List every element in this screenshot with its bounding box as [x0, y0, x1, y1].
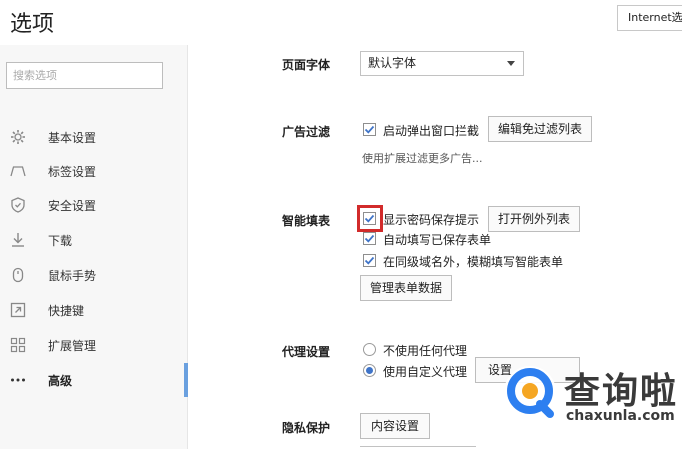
search-input[interactable]: 搜索选项 — [6, 62, 163, 89]
sidebar-item-download[interactable]: 下载 — [0, 223, 188, 257]
sidebar-item-label: 扩展管理 — [48, 338, 97, 353]
watermark-name: 查询啦 — [564, 371, 679, 412]
custom-proxy-label: 使用自定义代理 — [383, 365, 468, 379]
more-dots-icon — [10, 372, 26, 388]
font-section-label: 页面字体 — [282, 58, 331, 72]
fuzzy-fill-label: 在同级域名外，模糊填写智能表单 — [383, 255, 564, 269]
watermark-logo-icon — [504, 366, 556, 418]
checkmark-icon — [364, 256, 375, 265]
popup-block-label: 启动弹出窗口拦截 — [383, 124, 480, 138]
popup-block-checkbox[interactable] — [363, 123, 376, 136]
sidebar-item-advanced[interactable]: 高级 — [0, 363, 188, 397]
shortcut-icon — [10, 302, 26, 318]
active-indicator — [184, 363, 188, 397]
sidebar-item-extensions[interactable]: 扩展管理 — [0, 328, 188, 362]
fuzzy-fill-checkbox[interactable] — [363, 254, 376, 267]
sidebar-item-label: 高级 — [48, 373, 73, 388]
sidebar-item-label: 下载 — [48, 233, 73, 248]
edit-filter-list-button[interactable]: 编辑免过滤列表 — [488, 116, 592, 142]
privacy-label: 隐私保护 — [282, 421, 331, 435]
exceptions-list-button[interactable]: 打开例外列表 — [488, 206, 580, 232]
shield-icon — [10, 197, 26, 213]
watermark: 查询啦 chaxunla.com — [502, 358, 682, 449]
chevron-down-icon — [507, 61, 515, 66]
ad-filter-label: 广告过滤 — [282, 125, 331, 139]
sidebar-item-security[interactable]: 安全设置 — [0, 188, 188, 222]
sidebar-item-shortcuts[interactable]: 快捷键 — [0, 293, 188, 327]
highlight-box — [357, 205, 383, 232]
manage-form-data-button[interactable]: 管理表单数据 — [360, 275, 452, 301]
password-prompt-label: 显示密码保存提示 — [383, 213, 480, 227]
proxy-label: 代理设置 — [282, 345, 331, 359]
sidebar-item-mouse-gestures[interactable]: 鼠标手势 — [0, 258, 188, 292]
no-proxy-radio[interactable] — [363, 343, 376, 356]
sidebar-item-label: 鼠标手势 — [48, 268, 97, 283]
font-select-value: 默认字体 — [368, 56, 417, 70]
content-settings-button[interactable]: 内容设置 — [360, 413, 430, 439]
extensions-icon — [10, 337, 26, 353]
sidebar-item-label: 标签设置 — [48, 164, 97, 179]
no-proxy-label: 不使用任何代理 — [383, 344, 468, 358]
checkmark-icon — [364, 234, 375, 243]
sidebar-item-basic[interactable]: 基本设置 — [0, 120, 188, 154]
sidebar: 搜索选项 基本设置 标签设置 安全设置 下载 鼠标手势 快捷键 扩展管理 高级 — [0, 45, 188, 449]
sidebar-item-label: 快捷键 — [48, 303, 85, 318]
custom-proxy-radio[interactable] — [363, 364, 376, 377]
gear-icon — [10, 129, 26, 145]
download-icon — [10, 232, 26, 248]
mouse-icon — [10, 267, 26, 283]
font-select[interactable]: 默认字体 — [360, 51, 524, 76]
sidebar-item-label: 安全设置 — [48, 198, 97, 213]
watermark-url: chaxunla.com — [566, 408, 675, 424]
tab-icon — [10, 163, 26, 179]
checkmark-icon — [364, 125, 375, 134]
extension-filter-link[interactable]: 使用扩展过滤更多广告... — [362, 150, 483, 166]
autofill-saved-label: 自动填写已保存表单 — [383, 233, 492, 247]
page-title: 选项 — [10, 12, 55, 37]
internet-options-button[interactable]: Internet选 — [617, 5, 682, 31]
autofill-label: 智能填表 — [282, 214, 331, 228]
sidebar-item-label: 基本设置 — [48, 130, 97, 145]
autofill-saved-checkbox[interactable] — [363, 232, 376, 245]
sidebar-item-tabs[interactable]: 标签设置 — [0, 154, 188, 188]
